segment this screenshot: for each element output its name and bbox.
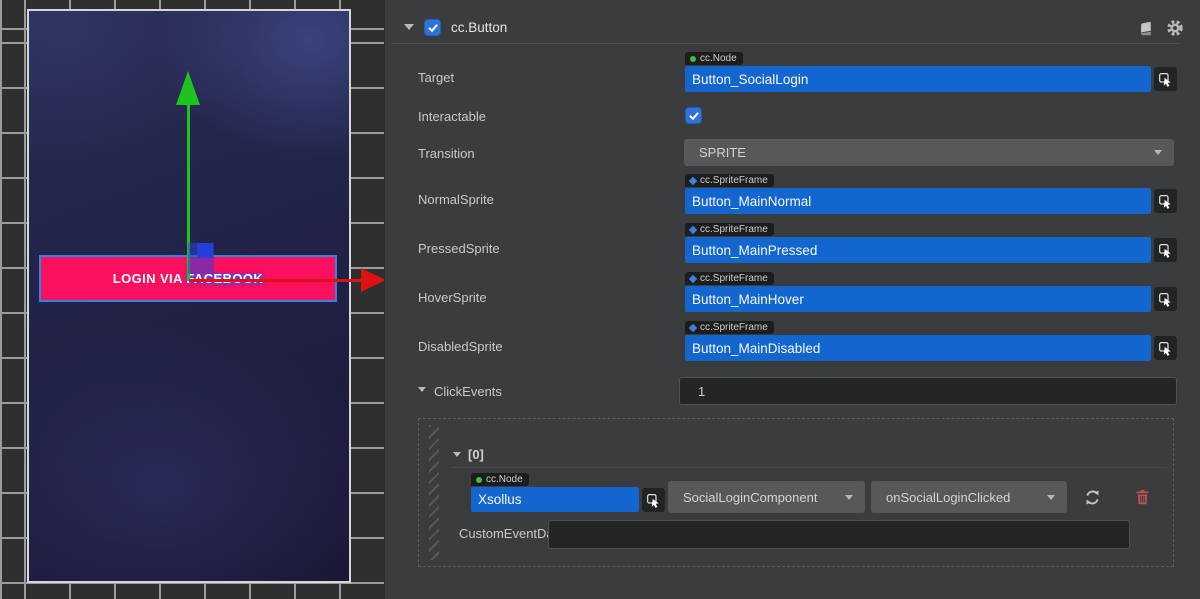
inspector-panel: cc.Button Target cc.Node Button_SocialLo… bbox=[384, 0, 1200, 599]
event-node-tag-label: cc.Node bbox=[486, 473, 523, 486]
disabled-sprite-type-tag: cc.SpriteFrame bbox=[685, 321, 774, 334]
move-gizmo-x-axis-arrow-icon[interactable] bbox=[361, 268, 386, 292]
component-collapse-chevron-icon[interactable] bbox=[404, 24, 414, 30]
spriteframe-type-dot-icon bbox=[689, 323, 697, 331]
normal-sprite-picker-button[interactable] bbox=[1154, 189, 1177, 213]
check-icon bbox=[427, 22, 439, 34]
event-item-divider bbox=[452, 467, 1167, 468]
component-settings-gear-icon[interactable] bbox=[1164, 17, 1186, 39]
pressed-sprite-tag-label: cc.SpriteFrame bbox=[700, 223, 768, 236]
event-handler-value: onSocialLoginClicked bbox=[886, 490, 1010, 505]
click-event-item-box: [0] cc.Node Xsollus SocialLoginComponent… bbox=[418, 418, 1174, 567]
target-type-tag: cc.Node bbox=[685, 52, 743, 65]
spriteframe-type-dot-icon bbox=[689, 225, 697, 233]
node-picker-icon bbox=[1158, 243, 1173, 258]
target-node-field[interactable]: Button_SocialLogin bbox=[685, 66, 1151, 92]
event-delete-button[interactable] bbox=[1133, 487, 1151, 507]
event-component-value: SocialLoginComponent bbox=[683, 490, 817, 505]
event-item-index: [0] bbox=[468, 447, 484, 462]
normal-sprite-field[interactable]: Button_MainNormal bbox=[685, 188, 1151, 214]
transition-value: SPRITE bbox=[699, 145, 746, 160]
click-events-label: ClickEvents bbox=[434, 384, 502, 399]
event-refresh-button[interactable] bbox=[1082, 487, 1102, 507]
dropdown-chevron-icon bbox=[1047, 495, 1055, 500]
refresh-icon bbox=[1084, 489, 1101, 506]
event-item-collapse-chevron-icon[interactable] bbox=[453, 452, 461, 457]
drag-handle-hatch[interactable] bbox=[429, 425, 439, 560]
disabled-sprite-field[interactable]: Button_MainDisabled bbox=[685, 335, 1151, 361]
click-events-count-field[interactable]: 1 bbox=[679, 377, 1177, 405]
target-label: Target bbox=[418, 70, 454, 85]
target-type-tag-label: cc.Node bbox=[700, 52, 737, 65]
interactable-label: Interactable bbox=[418, 109, 486, 124]
hover-sprite-type-tag: cc.SpriteFrame bbox=[685, 272, 774, 285]
docs-book-icon[interactable] bbox=[1135, 18, 1155, 38]
normal-sprite-type-tag: cc.SpriteFrame bbox=[685, 174, 774, 187]
component-enabled-checkbox[interactable] bbox=[424, 19, 441, 36]
node-picker-icon bbox=[1158, 194, 1173, 209]
trash-icon bbox=[1135, 489, 1150, 505]
node-picker-icon bbox=[1158, 292, 1173, 307]
node-type-dot-icon bbox=[476, 477, 482, 483]
login-button-label: LOGIN VIA bbox=[113, 271, 187, 286]
transition-label: Transition bbox=[418, 146, 475, 161]
node-picker-icon bbox=[646, 493, 661, 508]
node-picker-icon bbox=[1158, 341, 1173, 356]
event-node-field[interactable]: Xsollus bbox=[471, 487, 639, 512]
pressed-sprite-picker-button[interactable] bbox=[1154, 238, 1177, 262]
transition-dropdown[interactable]: SPRITE bbox=[684, 139, 1174, 166]
book-icon bbox=[1137, 20, 1154, 37]
scene-view: LOGIN VIA FACEBOOK bbox=[0, 0, 384, 599]
hover-sprite-field[interactable]: Button_MainHover bbox=[685, 286, 1151, 312]
header-divider bbox=[391, 43, 1180, 44]
check-icon bbox=[688, 110, 700, 122]
disabled-sprite-label: DisabledSprite bbox=[418, 339, 503, 354]
pressed-sprite-type-tag: cc.SpriteFrame bbox=[685, 223, 774, 236]
event-node-type-tag: cc.Node bbox=[471, 473, 529, 486]
event-handler-dropdown[interactable]: onSocialLoginClicked bbox=[871, 481, 1067, 513]
event-component-dropdown[interactable]: SocialLoginComponent bbox=[668, 481, 865, 513]
node-picker-icon bbox=[1158, 72, 1173, 87]
target-node-picker-button[interactable] bbox=[1154, 67, 1177, 91]
disabled-sprite-picker-button[interactable] bbox=[1154, 336, 1177, 360]
custom-event-data-input[interactable] bbox=[548, 520, 1130, 549]
interactable-checkbox[interactable] bbox=[685, 107, 702, 124]
normal-sprite-label: NormalSprite bbox=[418, 192, 494, 207]
move-gizmo-x-axis-line[interactable] bbox=[189, 279, 362, 282]
hover-sprite-picker-button[interactable] bbox=[1154, 287, 1177, 311]
component-title: cc.Button bbox=[451, 20, 507, 35]
pressed-sprite-label: PressedSprite bbox=[418, 241, 500, 256]
spriteframe-type-dot-icon bbox=[689, 176, 697, 184]
node-type-dot-icon bbox=[690, 56, 696, 62]
move-gizmo-y-axis-arrow-icon[interactable] bbox=[176, 71, 200, 105]
click-events-collapse-chevron-icon[interactable] bbox=[418, 387, 426, 392]
spriteframe-type-dot-icon bbox=[689, 274, 697, 282]
dropdown-chevron-icon bbox=[1154, 150, 1162, 155]
move-gizmo-xy-plane-handle-solid bbox=[197, 243, 213, 258]
event-node-picker-button[interactable] bbox=[642, 488, 665, 512]
gear-icon bbox=[1166, 19, 1184, 37]
dropdown-chevron-icon bbox=[845, 495, 853, 500]
hover-sprite-label: HoverSprite bbox=[418, 290, 487, 305]
normal-sprite-tag-label: cc.SpriteFrame bbox=[700, 174, 768, 187]
pressed-sprite-field[interactable]: Button_MainPressed bbox=[685, 237, 1151, 263]
disabled-sprite-tag-label: cc.SpriteFrame bbox=[700, 321, 768, 334]
hover-sprite-tag-label: cc.SpriteFrame bbox=[700, 272, 768, 285]
